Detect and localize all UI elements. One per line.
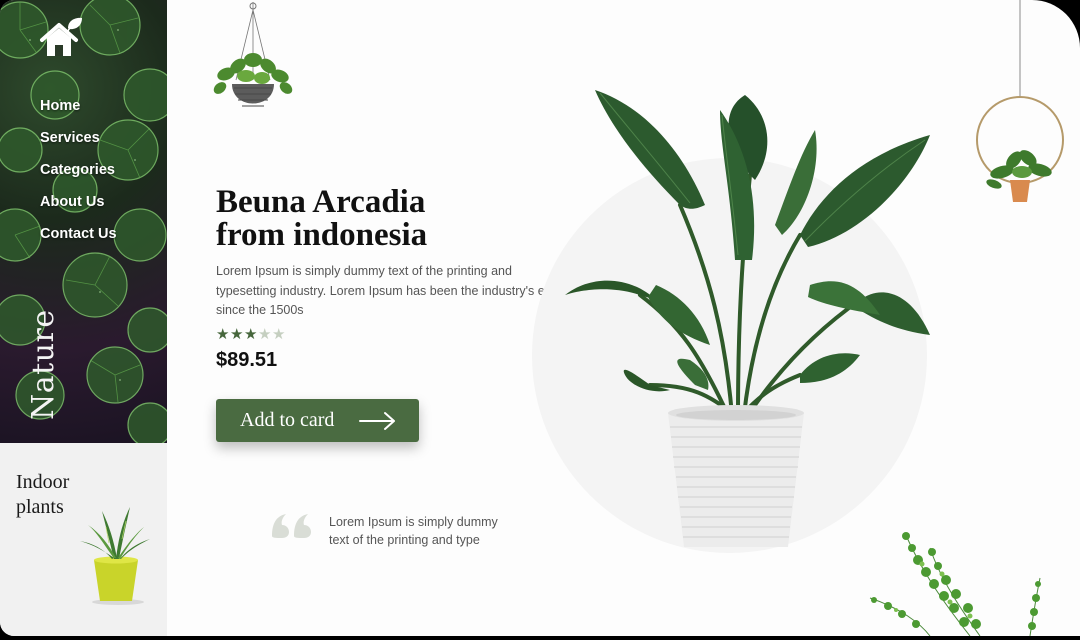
nav-item-categories[interactable]: Categories bbox=[40, 160, 117, 192]
house-leaf-icon[interactable] bbox=[38, 16, 84, 62]
nav-item-services[interactable]: Services bbox=[40, 128, 117, 160]
bird-of-paradise-plant-image bbox=[565, 90, 930, 547]
ivy-plant-image bbox=[869, 532, 1041, 636]
product-title: Beuna Arcadia from indonesia bbox=[216, 186, 536, 252]
sidebar-vertical-label: Nature bbox=[26, 309, 61, 420]
indoor-title-line1: Indoor bbox=[16, 471, 70, 493]
star-rating[interactable]: ★★★★★ bbox=[216, 325, 286, 343]
hanging-planter-image bbox=[213, 2, 293, 107]
nav-item-home[interactable]: Home bbox=[40, 96, 117, 128]
product-title-line2: from indonesia bbox=[216, 217, 428, 253]
nav-item-about-us[interactable]: About Us bbox=[40, 192, 117, 224]
add-to-cart-label: Add to card bbox=[240, 409, 335, 431]
product-price: $89.51 bbox=[216, 349, 278, 371]
star-icon[interactable]: ★ bbox=[216, 325, 230, 343]
star-icon[interactable]: ★ bbox=[230, 325, 244, 343]
main-nav: Home Services Categories About Us Contac… bbox=[40, 96, 117, 256]
add-to-cart-button[interactable]: Add to card bbox=[216, 399, 419, 442]
product-title-line1: Beuna Arcadia bbox=[216, 184, 426, 220]
star-icon[interactable]: ★ bbox=[244, 325, 258, 343]
nav-item-contact-us[interactable]: Contact Us bbox=[40, 224, 117, 256]
indoor-plants-card[interactable]: Indoor plants bbox=[0, 443, 167, 636]
quote-text: Lorem Ipsum is simply dummy text of the … bbox=[329, 515, 498, 547]
product-description: Lorem Ipsum is simply dummy text of the … bbox=[216, 264, 563, 317]
arrow-right-icon bbox=[359, 412, 395, 430]
hanging-ring-planter-image bbox=[976, 0, 1064, 202]
star-empty-icon[interactable]: ★ bbox=[272, 325, 286, 343]
quote-icon bbox=[272, 514, 311, 538]
product-page: Home Services Categories About Us Contac… bbox=[0, 0, 1080, 636]
star-empty-icon[interactable]: ★ bbox=[258, 325, 272, 343]
snake-plant-image bbox=[80, 507, 150, 605]
sidebar: Home Services Categories About Us Contac… bbox=[0, 0, 167, 443]
